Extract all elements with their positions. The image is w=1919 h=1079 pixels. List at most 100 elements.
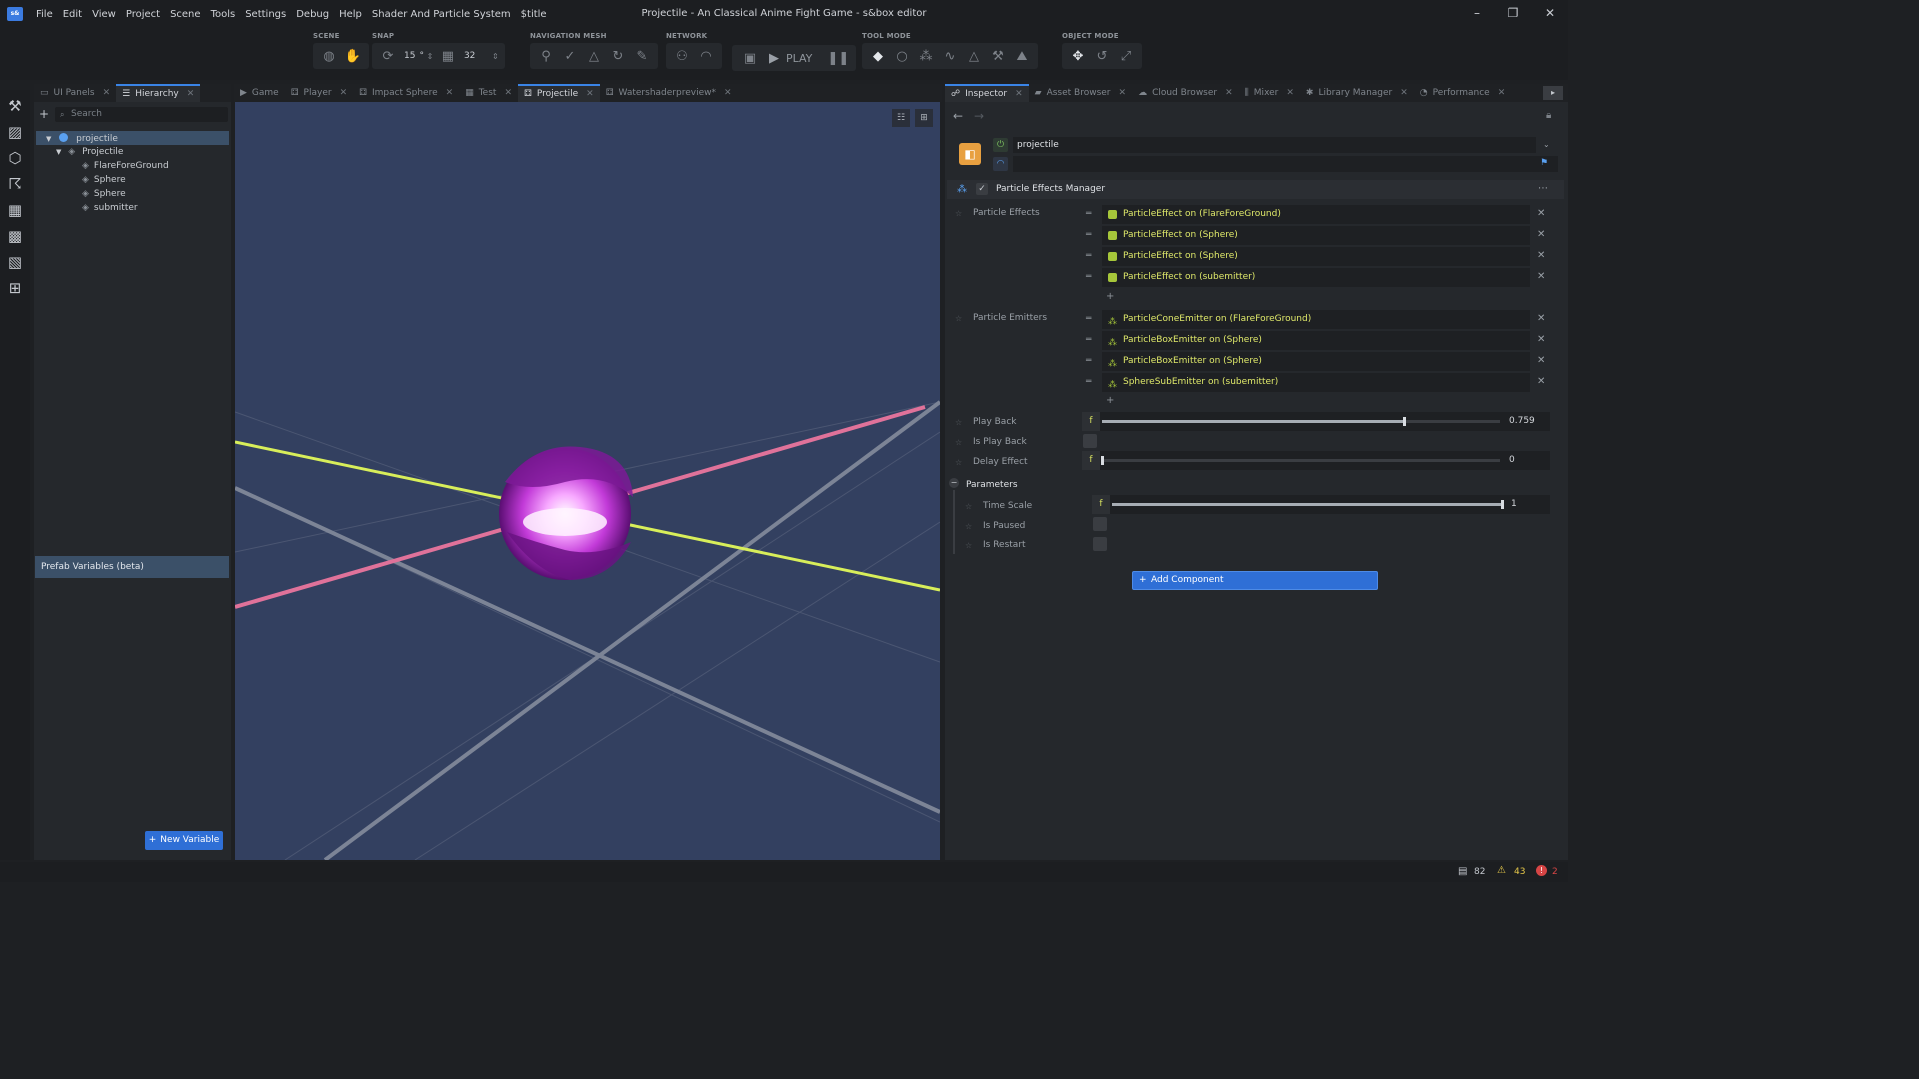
tree-item-projectile[interactable]: ▼ projectile <box>46 133 118 144</box>
tab-inspector[interactable]: ☍ Inspector ✕ <box>945 84 1029 102</box>
tab-watershaderpreview[interactable]: ⚃ Watershaderpreview* ✕ <box>600 84 738 102</box>
back-arrow-icon[interactable]: ← <box>953 109 963 123</box>
remove-item-icon[interactable]: ✕ <box>1537 376 1545 387</box>
tags-input[interactable] <box>1013 156 1558 172</box>
particle-emitter-ref[interactable]: ⁂ ParticleConeEmitter on (FlareForeGround… <box>1102 310 1530 329</box>
check-icon[interactable]: ✓ <box>560 46 580 66</box>
tree-item-projectile-child[interactable]: ▼ ◈ Projectile <box>56 147 123 157</box>
pause-icon[interactable]: ❚❚ <box>828 48 850 68</box>
star-icon[interactable]: ☆ <box>965 541 972 550</box>
messages-icon[interactable]: ▤ <box>1458 866 1467 877</box>
menu-view[interactable]: View <box>92 9 116 20</box>
triangle-icon[interactable]: △ <box>584 46 604 66</box>
component-enabled-checkbox[interactable]: ✓ <box>976 183 988 195</box>
star-icon[interactable]: ☆ <box>955 209 962 218</box>
pattern-icon[interactable]: ▧ <box>5 252 25 272</box>
add-effect-icon[interactable]: + <box>1106 291 1114 302</box>
star-icon[interactable]: ☆ <box>965 502 972 511</box>
globe-icon[interactable]: ◍ <box>319 46 339 66</box>
close-tab-icon[interactable]: ✕ <box>187 89 195 99</box>
scale-icon[interactable]: ⤢ <box>1116 46 1136 66</box>
errors-count[interactable]: 2 <box>1552 867 1558 877</box>
gamepad-icon[interactable]: ▣ <box>740 48 760 68</box>
close-window-icon[interactable]: ✕ <box>1540 6 1560 20</box>
snap-angle-value[interactable]: 15 <box>404 51 415 61</box>
grid-stepper-icon[interactable]: ⇕ <box>491 46 499 66</box>
menu-tools[interactable]: Tools <box>211 9 236 20</box>
drag-handle-icon[interactable]: ═ <box>1086 230 1091 240</box>
dashboard-icon[interactable]: ▦ <box>5 200 25 220</box>
edit-icon[interactable]: ✎ <box>632 46 652 66</box>
add-component-button[interactable]: + Add Component <box>1132 571 1378 590</box>
is-play-back-checkbox[interactable] <box>1083 434 1097 448</box>
remove-item-icon[interactable]: ✕ <box>1537 334 1545 345</box>
rotate-icon[interactable]: ↺ <box>1092 46 1112 66</box>
tree-item-flareforeground[interactable]: ◈ FlareForeGround <box>82 161 169 171</box>
time-scale-slider[interactable]: f 1 <box>1092 495 1550 514</box>
tree-item-sphere-2[interactable]: ◈ Sphere <box>82 189 126 199</box>
tab-mixer[interactable]: ⫼ Mixer ✕ <box>1239 84 1300 102</box>
tab-impact-sphere[interactable]: ⚃ Impact Sphere ✕ <box>353 84 459 102</box>
particle-emitter-ref[interactable]: ⁂ ParticleBoxEmitter on (Sphere) <box>1102 331 1530 350</box>
particle-effect-ref[interactable]: ParticleEffect on (FlareForeGround) <box>1102 205 1530 224</box>
remove-item-icon[interactable]: ✕ <box>1537 250 1545 261</box>
is-restart-checkbox[interactable] <box>1093 537 1107 551</box>
error-icon[interactable]: ! <box>1536 865 1547 876</box>
menu-project[interactable]: Project <box>126 9 160 20</box>
chevron-down-icon[interactable]: ⌄ <box>1543 140 1550 149</box>
restore-icon[interactable]: ❐ <box>1503 6 1523 20</box>
messages-count[interactable]: 82 <box>1474 867 1485 877</box>
curve-icon[interactable]: ∿ <box>940 46 960 66</box>
tab-game[interactable]: ▶ Game <box>234 84 285 102</box>
drag-handle-icon[interactable]: ═ <box>1086 272 1091 282</box>
star-icon[interactable]: ☆ <box>955 438 962 447</box>
drag-handle-icon[interactable]: ═ <box>1086 251 1091 261</box>
particle-emitter-ref[interactable]: ⁂ SphereSubEmitter on (subemitter) <box>1102 373 1530 392</box>
tab-overflow-icon[interactable]: ▸ <box>1543 86 1563 100</box>
drag-handle-icon[interactable]: ═ <box>1086 335 1091 345</box>
particle-effect-ref[interactable]: ParticleEffect on (Sphere) <box>1102 247 1530 266</box>
minimize-icon[interactable]: – <box>1467 6 1487 20</box>
warning-icon[interactable]: ⚠ <box>1497 865 1506 876</box>
prefab-variables-header[interactable]: Prefab Variables (beta) <box>35 556 229 578</box>
play-icon[interactable]: ▶ <box>764 48 784 68</box>
enabled-toggle-icon[interactable]: ⏻ <box>993 138 1008 152</box>
view-settings-icon[interactable]: ☷ <box>892 109 910 127</box>
rotate-snap-icon[interactable]: ⟳ <box>378 46 398 66</box>
move-icon[interactable]: ✥ <box>1068 46 1088 66</box>
mesh-icon[interactable]: △ <box>964 46 984 66</box>
particle-effect-ref[interactable]: ParticleEffect on (Sphere) <box>1102 226 1530 245</box>
is-paused-checkbox[interactable] <box>1093 517 1107 531</box>
brush-icon[interactable]: ⚒ <box>988 46 1008 66</box>
collapse-group-icon[interactable]: − <box>949 478 959 488</box>
refresh-icon[interactable]: ↻ <box>608 46 628 66</box>
tab-hierarchy[interactable]: ☰ Hierarchy ✕ <box>116 84 201 102</box>
star-icon[interactable]: ☆ <box>955 314 962 323</box>
apps-icon[interactable]: ⊞ <box>5 278 25 298</box>
star-icon[interactable]: ☆ <box>965 522 972 531</box>
menu-help[interactable]: Help <box>339 9 362 20</box>
drag-handle-icon[interactable]: ═ <box>1086 314 1091 324</box>
play-button[interactable]: PLAY <box>786 52 812 65</box>
drag-handle-icon[interactable]: ═ <box>1086 209 1091 219</box>
tree-item-sphere-1[interactable]: ◈ Sphere <box>82 175 126 185</box>
wifi-icon[interactable]: ◠ <box>696 46 716 66</box>
tab-cloud-browser[interactable]: ☁ Cloud Browser ✕ <box>1132 84 1239 102</box>
remove-item-icon[interactable]: ✕ <box>1537 208 1545 219</box>
hand-icon[interactable]: ✋ <box>343 46 363 66</box>
tools-icon[interactable]: ⚒ <box>5 96 25 116</box>
remove-item-icon[interactable]: ✕ <box>1537 313 1545 324</box>
tab-test[interactable]: ▦ Test ✕ <box>459 84 518 102</box>
play-back-slider[interactable]: f 0.759 <box>1082 412 1550 431</box>
tab-library-manager[interactable]: ✱ Library Manager ✕ <box>1300 84 1414 102</box>
menu-shader-particle[interactable]: Shader And Particle System <box>372 9 511 20</box>
animation-icon[interactable]: ☈ <box>5 174 25 194</box>
hierarchy-search-input[interactable]: ⌕ Search <box>55 107 228 122</box>
menu-settings[interactable]: Settings <box>245 9 286 20</box>
grid-icon[interactable]: ▦ <box>438 46 458 66</box>
stepper-icon[interactable]: ⇕ <box>426 46 434 66</box>
close-tab-icon[interactable]: ✕ <box>103 88 111 98</box>
menu-edit[interactable]: Edit <box>63 9 82 20</box>
star-icon[interactable]: ☆ <box>955 418 962 427</box>
warnings-count[interactable]: 43 <box>1514 867 1525 877</box>
